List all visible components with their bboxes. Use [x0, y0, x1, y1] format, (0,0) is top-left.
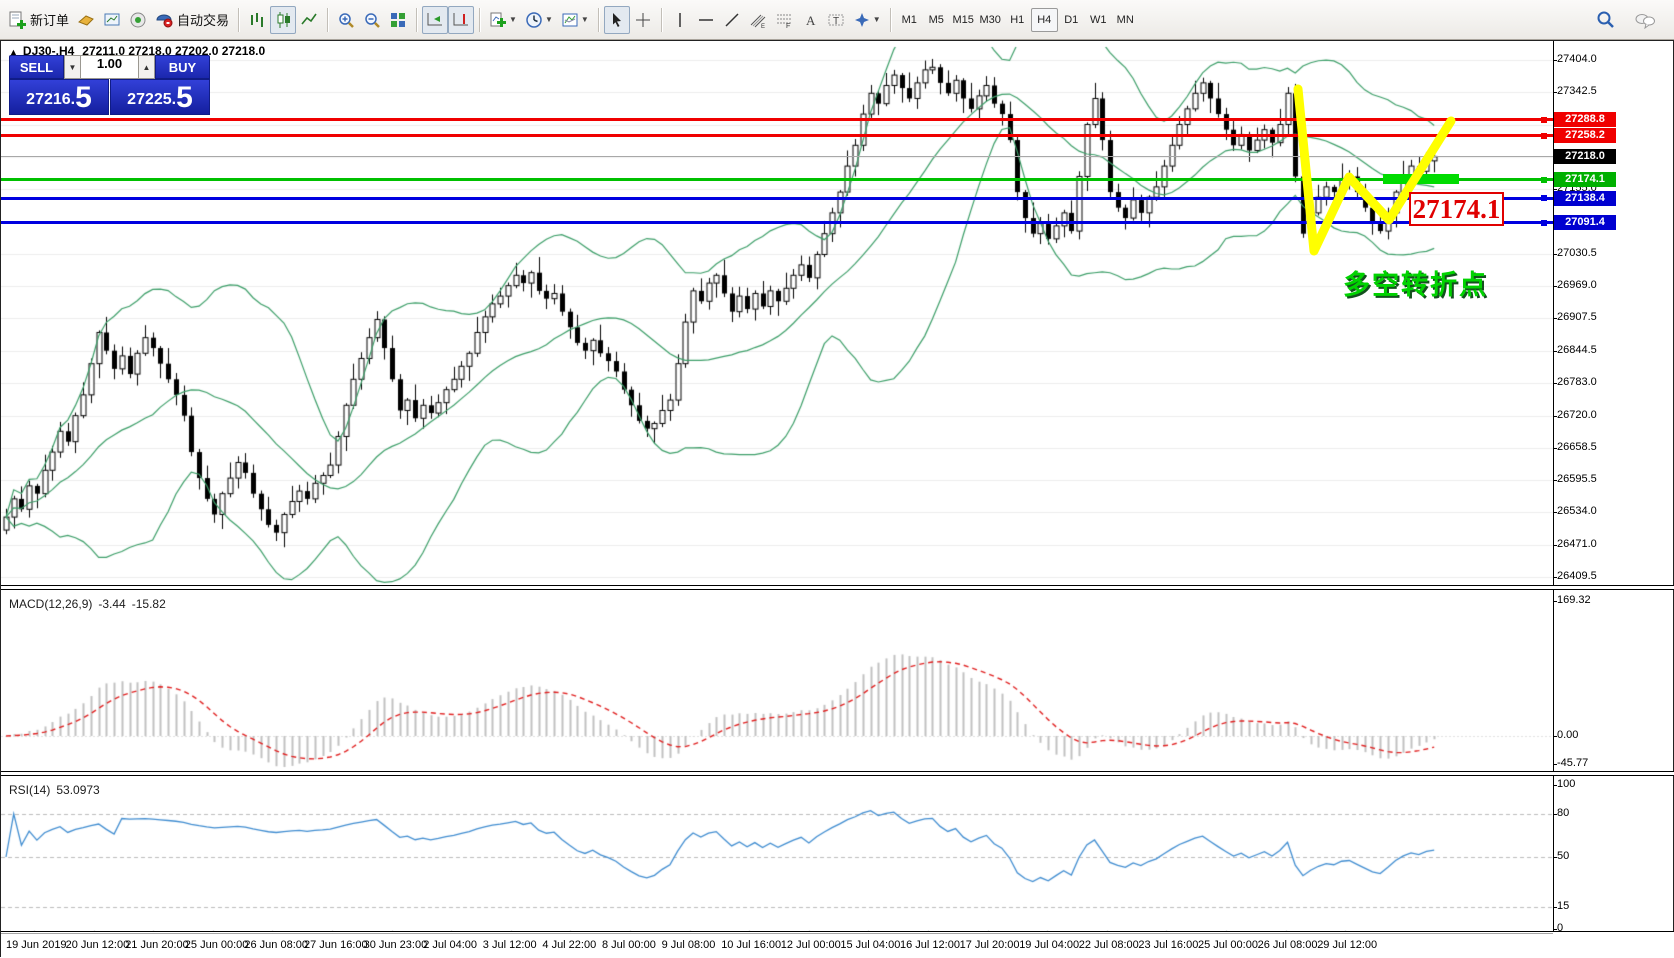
chart-window: ▲DJ30-,H427211.0 27218.0 27202.0 27218.0…	[0, 40, 1674, 957]
shapes-button[interactable]: ▼	[849, 6, 885, 34]
trend-icon	[723, 11, 741, 29]
autotrade-icon	[155, 11, 173, 29]
auto-scroll-button[interactable]	[422, 6, 448, 34]
shapes-icon	[853, 11, 871, 29]
channel-icon: E	[749, 11, 767, 29]
price-callout-label[interactable]: 27174.1	[1409, 192, 1504, 226]
sell-button[interactable]: SELL	[9, 55, 64, 79]
line-chart-icon	[300, 11, 318, 29]
templates-icon	[561, 11, 579, 29]
cursor-button[interactable]	[604, 6, 630, 34]
channel-button[interactable]: E	[745, 6, 771, 34]
sound-button[interactable]	[125, 6, 151, 34]
chevron-down-icon[interactable]: ▼	[873, 15, 881, 24]
zoom-out-button[interactable]	[359, 6, 385, 34]
sound-icon	[129, 11, 147, 29]
toolbar-separator	[661, 8, 662, 32]
quotes-button[interactable]	[73, 6, 99, 34]
candlestick-button[interactable]	[270, 6, 296, 34]
vline-icon	[671, 11, 689, 29]
search-button[interactable]	[1592, 6, 1620, 34]
label-button[interactable]: T	[823, 6, 849, 34]
chat-icon	[1634, 11, 1656, 29]
timeframe-m30-button[interactable]: M30	[977, 8, 1004, 32]
timeframe-mn-button[interactable]: MN	[1112, 8, 1139, 32]
buy-price-display[interactable]: 27225.5	[110, 79, 210, 115]
text-icon: A	[801, 11, 819, 29]
new-order-icon	[8, 11, 26, 29]
charts-button[interactable]	[99, 6, 125, 34]
drawing-annotations	[1, 41, 1674, 958]
periods-button[interactable]: ▼	[521, 6, 557, 34]
hline-icon	[697, 11, 715, 29]
volume-decrease-button[interactable]: ▼	[64, 55, 81, 79]
svg-text:E: E	[761, 24, 765, 29]
text-button[interactable]: A	[797, 6, 823, 34]
quotes-icon	[77, 11, 95, 29]
svg-text:F: F	[786, 23, 790, 29]
timeframe-m5-button[interactable]: M5	[923, 8, 950, 32]
candles-icon	[274, 11, 292, 29]
chevron-down-icon[interactable]: ▼	[545, 15, 553, 24]
main-toolbar: 新订单 自动交易 ▼ ▼ ▼ E F A T ▼ M1M5M15M30H1H4D1W1MN	[0, 0, 1674, 40]
toolbar-separator	[327, 8, 328, 32]
bar-chart-button[interactable]	[244, 6, 270, 34]
svg-text:T: T	[833, 16, 839, 27]
search-icon	[1596, 10, 1616, 30]
timeframe-m15-button[interactable]: M15	[950, 8, 977, 32]
volume-increase-button[interactable]: ▲	[138, 55, 155, 79]
toolbar-separator	[598, 8, 599, 32]
zoom-out-icon	[363, 11, 381, 29]
indicators-icon	[489, 11, 507, 29]
buy-button[interactable]: BUY	[155, 55, 210, 79]
charts-icon	[103, 11, 121, 29]
hline-button[interactable]	[693, 6, 719, 34]
timeframe-w1-button[interactable]: W1	[1085, 8, 1112, 32]
trendline-annotation[interactable]	[1298, 89, 1451, 251]
new-order-button[interactable]: 新订单	[4, 6, 73, 34]
crosshair-icon	[634, 11, 652, 29]
timeframe-h4-button[interactable]: H4	[1031, 8, 1058, 32]
volume-input[interactable]: 1.00	[81, 55, 138, 79]
chevron-down-icon[interactable]: ▼	[581, 15, 589, 24]
toolbar-separator	[479, 8, 480, 32]
zoom-in-icon	[337, 11, 355, 29]
shift-icon	[452, 11, 470, 29]
line-chart-button[interactable]	[296, 6, 322, 34]
templates-button[interactable]: ▼	[557, 6, 593, 34]
indicators-button[interactable]: ▼	[485, 6, 521, 34]
clock-icon	[525, 11, 543, 29]
chart-shift-button[interactable]	[448, 6, 474, 34]
chevron-down-icon[interactable]: ▼	[509, 15, 517, 24]
toolbar-separator	[890, 8, 891, 32]
chat-button[interactable]	[1630, 6, 1660, 34]
autoscroll-icon	[426, 11, 444, 29]
crosshair-button[interactable]	[630, 6, 656, 34]
timeframe-d1-button[interactable]: D1	[1058, 8, 1085, 32]
autotrade-button-label: 自动交易	[177, 10, 229, 29]
fibo-icon: F	[775, 11, 793, 29]
sell-price-display[interactable]: 27216.5	[9, 79, 109, 115]
one-click-trading-panel: SELL ▼ 1.00 ▲ BUY 27216.5 27225.5	[9, 55, 210, 115]
zoom-in-button[interactable]	[333, 6, 359, 34]
timeframe-m1-button[interactable]: M1	[896, 8, 923, 32]
svg-text:A: A	[806, 13, 816, 28]
turning-point-note[interactable]: 多空转折点	[1343, 263, 1488, 302]
cursor-icon	[608, 11, 626, 29]
label-icon: T	[827, 11, 845, 29]
trendline-button[interactable]	[719, 6, 745, 34]
tile-icon	[389, 11, 407, 29]
autotrade-button[interactable]: 自动交易	[151, 6, 233, 34]
fibo-button[interactable]: F	[771, 6, 797, 34]
timeframe-h1-button[interactable]: H1	[1004, 8, 1031, 32]
bar-chart-icon	[248, 11, 266, 29]
vline-button[interactable]	[667, 6, 693, 34]
tile-windows-button[interactable]	[385, 6, 411, 34]
toolbar-separator	[416, 8, 417, 32]
toolbar-separator	[238, 8, 239, 32]
new-order-button-label: 新订单	[30, 10, 69, 29]
